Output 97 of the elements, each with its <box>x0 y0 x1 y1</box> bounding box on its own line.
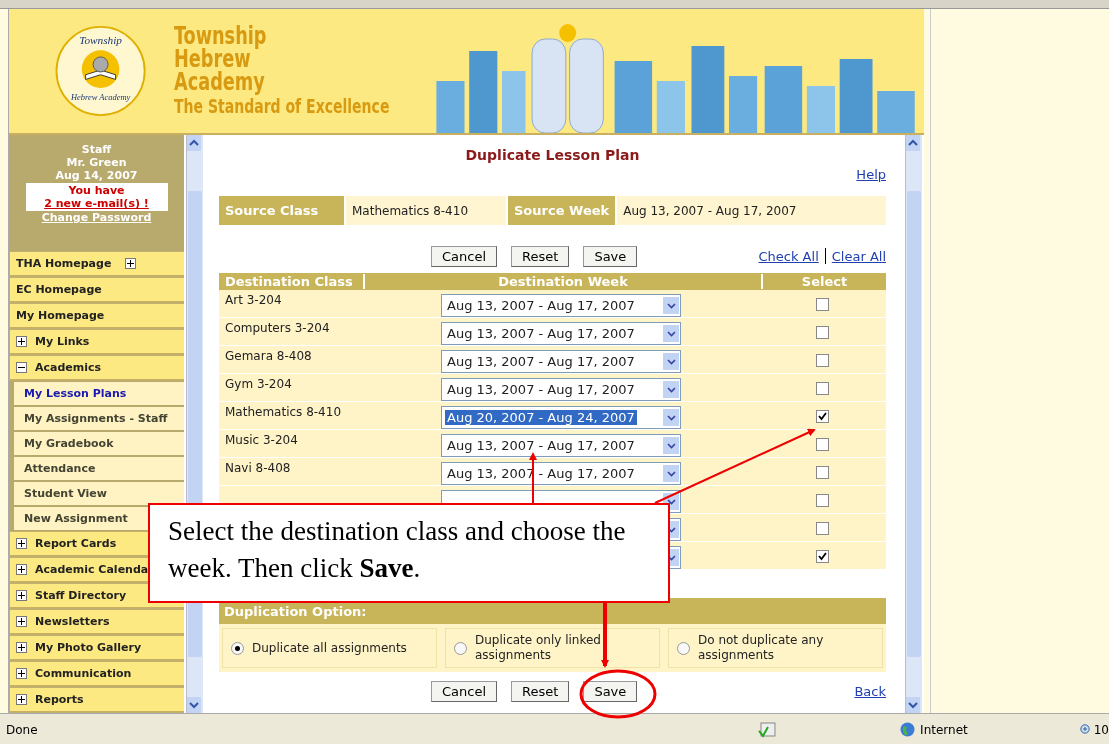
week-dropdown[interactable]: Aug 13, 2007 - Aug 17, 2007 <box>441 434 681 457</box>
column-header: Destination Class <box>219 274 365 289</box>
status-text: Done <box>6 722 39 737</box>
week-dropdown[interactable]: Aug 20, 2007 - Aug 24, 2007 <box>441 406 681 429</box>
select-checkbox[interactable] <box>816 326 829 339</box>
week-dropdown[interactable]: Aug 13, 2007 - Aug 17, 2007 <box>441 378 681 401</box>
expand-icon[interactable] <box>125 257 137 269</box>
expand-icon[interactable] <box>16 563 27 575</box>
scroll-up-icon[interactable] <box>906 135 920 151</box>
help-link[interactable]: Help <box>856 167 886 182</box>
nav-item[interactable]: Newsletters <box>10 609 184 634</box>
nav-subitem[interactable]: Student View <box>14 481 184 505</box>
clear-all-link[interactable]: Clear All <box>831 248 886 264</box>
scroll-up-icon[interactable] <box>187 135 201 151</box>
class-name: Computers 3-204 <box>225 321 330 335</box>
expand-icon[interactable] <box>16 694 27 706</box>
nav-item[interactable]: Communication <box>10 662 184 687</box>
back-link[interactable]: Back <box>854 683 886 699</box>
source-class-label: Source Class <box>219 196 346 225</box>
nav-item[interactable]: EC Homepage <box>10 277 184 302</box>
check-all-link[interactable]: Check All <box>758 248 819 264</box>
class-name: Art 3-204 <box>225 293 282 307</box>
annotation-arrow <box>601 601 609 668</box>
expand-icon[interactable] <box>16 641 27 653</box>
select-checkbox[interactable] <box>816 354 829 367</box>
duplication-option[interactable]: Duplicate only linked assignments <box>445 628 660 668</box>
form-button[interactable]: Save <box>583 245 638 267</box>
duplication-option[interactable]: Duplicate all assignments <box>222 628 437 668</box>
select-checkbox[interactable] <box>816 298 829 311</box>
tagline: The Standard of Excellence <box>174 94 390 118</box>
nav-item[interactable]: THA Homepage <box>10 251 184 276</box>
week-dropdown[interactable]: Aug 13, 2007 - Aug 17, 2007 <box>441 350 681 373</box>
nav-item[interactable]: Reports <box>10 688 184 713</box>
radio-button[interactable] <box>231 641 244 655</box>
page-title: Duplicate Lesson Plan <box>464 147 641 163</box>
select-checkbox[interactable] <box>816 438 829 451</box>
expand-icon[interactable] <box>16 361 27 373</box>
week-dropdown[interactable]: Aug 13, 2007 - Aug 17, 2007 <box>441 294 681 317</box>
select-checkbox[interactable] <box>816 466 829 479</box>
select-checkbox[interactable] <box>816 522 829 535</box>
security-warning-icon <box>758 721 777 738</box>
column-header: Select <box>800 274 849 289</box>
select-checkbox[interactable] <box>816 550 829 563</box>
instruction-tooltip: Select the destination class and choose the week. Then click Save. <box>148 503 670 603</box>
select-checkbox[interactable] <box>816 410 829 423</box>
select-checkbox[interactable] <box>816 494 829 507</box>
nav-item[interactable]: My Homepage <box>10 303 184 328</box>
expand-icon[interactable] <box>16 668 27 679</box>
expand-icon[interactable] <box>16 615 27 627</box>
current-date: Aug 14, 2007 <box>55 169 138 182</box>
scrollbar[interactable] <box>905 135 922 713</box>
user-role: Staff <box>81 143 112 156</box>
class-name: Mathematics 8-410 <box>225 405 341 419</box>
radio-button[interactable] <box>677 641 690 655</box>
nav-subitem[interactable]: My Gradebook <box>14 431 184 455</box>
source-week-value: Aug 13, 2007 - Aug 17, 2007 <box>617 196 886 225</box>
duplication-option[interactable]: Do not duplicate any assignments <box>668 628 883 668</box>
form-button[interactable]: Cancel <box>431 245 498 267</box>
school-name: Academy <box>174 70 266 94</box>
user-name: Mr. Green <box>66 156 127 169</box>
nav-item[interactable]: My Links <box>10 329 184 354</box>
option-label: Do not duplicate any assignments <box>698 633 825 663</box>
column-header: Destination Week <box>365 274 763 289</box>
select-checkbox[interactable] <box>816 382 829 395</box>
nav-item[interactable]: Academics <box>10 355 184 380</box>
expand-icon[interactable] <box>16 589 27 601</box>
form-button[interactable]: Cancel <box>431 680 498 702</box>
option-label: Duplicate all assignments <box>252 640 407 656</box>
source-week-label: Source Week <box>508 196 618 225</box>
nav-subitem[interactable]: My Lesson Plans <box>14 381 184 405</box>
expand-icon[interactable] <box>16 335 27 347</box>
school-name: Hebrew <box>174 47 251 71</box>
expand-icon[interactable] <box>16 537 27 549</box>
zoom-level: 10 <box>1093 722 1109 737</box>
zone-text: Internet <box>920 722 968 737</box>
class-name: Music 3-204 <box>225 433 298 447</box>
scroll-down-icon[interactable] <box>187 697 201 713</box>
class-name: Navi 8-408 <box>225 461 291 475</box>
nav-subitem[interactable]: My Assignments - Staff <box>14 406 184 430</box>
notice-text: You have <box>67 184 126 197</box>
week-dropdown[interactable]: Aug 13, 2007 - Aug 17, 2007 <box>441 462 681 485</box>
form-button[interactable]: Save <box>583 680 638 702</box>
new-mail-link[interactable]: 2 new e-mail(s) ! <box>44 197 149 210</box>
globe-icon <box>900 722 916 737</box>
scroll-down-icon[interactable] <box>906 697 920 713</box>
class-name: Gemara 8-408 <box>225 349 312 363</box>
week-dropdown[interactable]: Aug 13, 2007 - Aug 17, 2007 <box>441 322 681 345</box>
radio-button[interactable] <box>454 641 467 655</box>
form-button[interactable]: Reset <box>511 680 570 702</box>
class-name: Gym 3-204 <box>225 377 292 391</box>
nav-subitem[interactable]: Attendance <box>14 456 184 480</box>
form-button[interactable]: Reset <box>511 245 570 267</box>
zoom-icon[interactable] <box>1079 723 1092 736</box>
nav-item[interactable]: My Photo Gallery <box>10 635 184 660</box>
source-class-value: Mathematics 8-410 <box>346 196 508 225</box>
school-name: Township <box>174 24 268 48</box>
option-label: Duplicate only linked assignments <box>475 633 602 663</box>
